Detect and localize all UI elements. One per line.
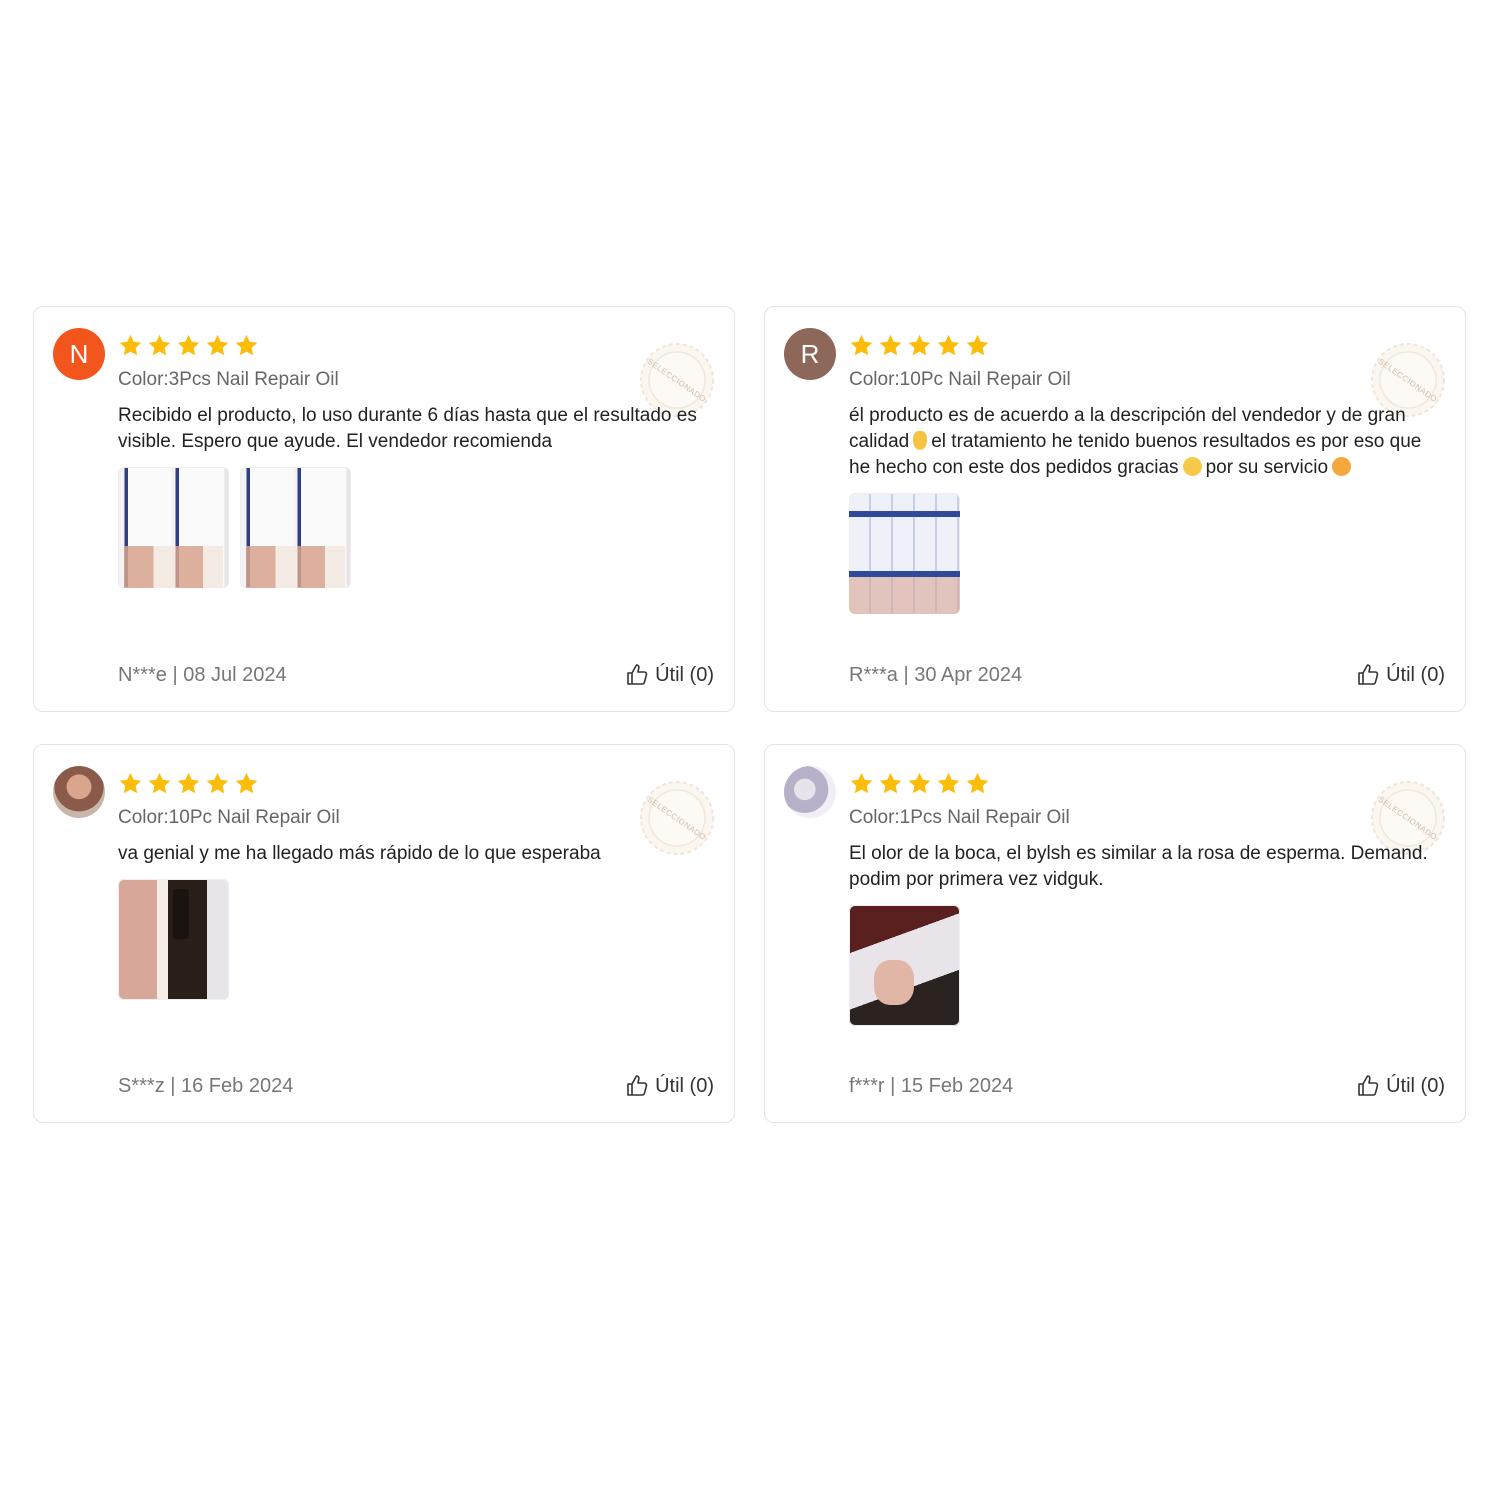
review-card: R SELECCIONADO Color:10Pc Nail Repair Oi… — [764, 306, 1466, 712]
thumbs-up-icon — [1356, 663, 1380, 687]
star-icon — [878, 333, 903, 358]
star-icon — [205, 333, 230, 358]
review-content: Color:3Pcs Nail Repair Oil Recibido el p… — [118, 331, 714, 588]
helpful-button[interactable]: Útil (0) — [625, 1074, 714, 1098]
star-icon — [965, 771, 990, 796]
review-photo[interactable] — [849, 905, 960, 1026]
review-footer: N***e | 08 Jul 2024 Útil (0) — [118, 663, 714, 687]
review-photos — [849, 493, 1445, 614]
star-icon — [234, 771, 259, 796]
review-footer: f***r | 15 Feb 2024 Útil (0) — [849, 1074, 1445, 1098]
review-photo[interactable] — [118, 879, 229, 1000]
star-icon — [147, 771, 172, 796]
star-icon — [965, 333, 990, 358]
review-text: El olor de la boca, el bylsh es similar … — [849, 843, 1428, 890]
wink-emoji-icon — [1332, 457, 1352, 476]
star-icon — [849, 771, 874, 796]
star-icon — [907, 771, 932, 796]
review-text-part: por su servicio — [1205, 457, 1329, 478]
star-icon — [176, 771, 201, 796]
review-text: él producto es de acuerdo a la descripci… — [849, 403, 1445, 481]
review-photo[interactable] — [118, 467, 229, 588]
star-icon — [907, 333, 932, 358]
reviews-grid: N SELECCIONADO Color:3Pcs Nail Repair Oi… — [33, 306, 1466, 1123]
product-variant: Color:10Pc Nail Repair Oil — [118, 807, 340, 828]
star-icon — [936, 771, 961, 796]
review-footer: R***a | 30 Apr 2024 Útil (0) — [849, 663, 1445, 687]
star-rating — [849, 331, 1445, 359]
review-photos — [849, 905, 1445, 1026]
smile-emoji-icon — [1182, 457, 1202, 476]
product-variant: Color:1Pcs Nail Repair Oil — [849, 807, 1070, 828]
helpful-label: Útil (0) — [1386, 1074, 1445, 1097]
avatar-initial: N — [69, 338, 89, 369]
avatar: N — [53, 328, 105, 380]
review-card: SELECCIONADO Color:10Pc Nail Repair Oil … — [33, 744, 735, 1123]
author-date: R***a | 30 Apr 2024 — [849, 663, 1023, 686]
avatar: R — [784, 328, 836, 380]
star-rating — [118, 769, 714, 797]
review-photos — [118, 879, 714, 1000]
helpful-button[interactable]: Útil (0) — [625, 663, 714, 687]
helpful-button[interactable]: Útil (0) — [1356, 663, 1445, 687]
star-icon — [849, 333, 874, 358]
review-photo[interactable] — [240, 467, 351, 588]
review-text: va genial y me ha llegado más rápido de … — [118, 843, 601, 864]
review-text: Recibido el producto, lo uso durante 6 d… — [118, 405, 697, 452]
star-icon — [234, 333, 259, 358]
helpful-label: Útil (0) — [1386, 663, 1445, 686]
star-rating — [118, 331, 714, 359]
star-icon — [147, 333, 172, 358]
review-content: Color:10Pc Nail Repair Oil va genial y m… — [118, 769, 714, 1000]
review-footer: S***z | 16 Feb 2024 Útil (0) — [118, 1074, 714, 1098]
star-rating — [849, 769, 1445, 797]
helpful-button[interactable]: Útil (0) — [1356, 1074, 1445, 1098]
product-variant: Color:10Pc Nail Repair Oil — [849, 369, 1071, 390]
avatar — [784, 766, 836, 818]
thumbs-up-icon — [625, 663, 649, 687]
star-icon — [205, 771, 230, 796]
review-card: N SELECCIONADO Color:3Pcs Nail Repair Oi… — [33, 306, 735, 712]
star-icon — [118, 333, 143, 358]
star-icon — [176, 333, 201, 358]
star-icon — [878, 771, 903, 796]
review-photo[interactable] — [849, 493, 960, 614]
review-content: Color:1Pcs Nail Repair Oil El olor de la… — [849, 769, 1445, 1026]
thumbs-up-icon — [625, 1074, 649, 1098]
author-date: N***e | 08 Jul 2024 — [118, 663, 287, 686]
product-variant: Color:3Pcs Nail Repair Oil — [118, 369, 339, 390]
helpful-label: Útil (0) — [655, 663, 714, 686]
helpful-label: Útil (0) — [655, 1074, 714, 1097]
star-icon — [936, 333, 961, 358]
avatar — [53, 766, 105, 818]
star-icon — [118, 771, 143, 796]
ok-hand-emoji-icon — [913, 431, 928, 450]
author-date: f***r | 15 Feb 2024 — [849, 1074, 1014, 1097]
thumbs-up-icon — [1356, 1074, 1380, 1098]
review-photos — [118, 467, 714, 588]
review-card: SELECCIONADO Color:1Pcs Nail Repair Oil … — [764, 744, 1466, 1123]
avatar-initial: R — [800, 338, 820, 369]
author-date: S***z | 16 Feb 2024 — [118, 1074, 294, 1097]
review-content: Color:10Pc Nail Repair Oil él producto e… — [849, 331, 1445, 614]
